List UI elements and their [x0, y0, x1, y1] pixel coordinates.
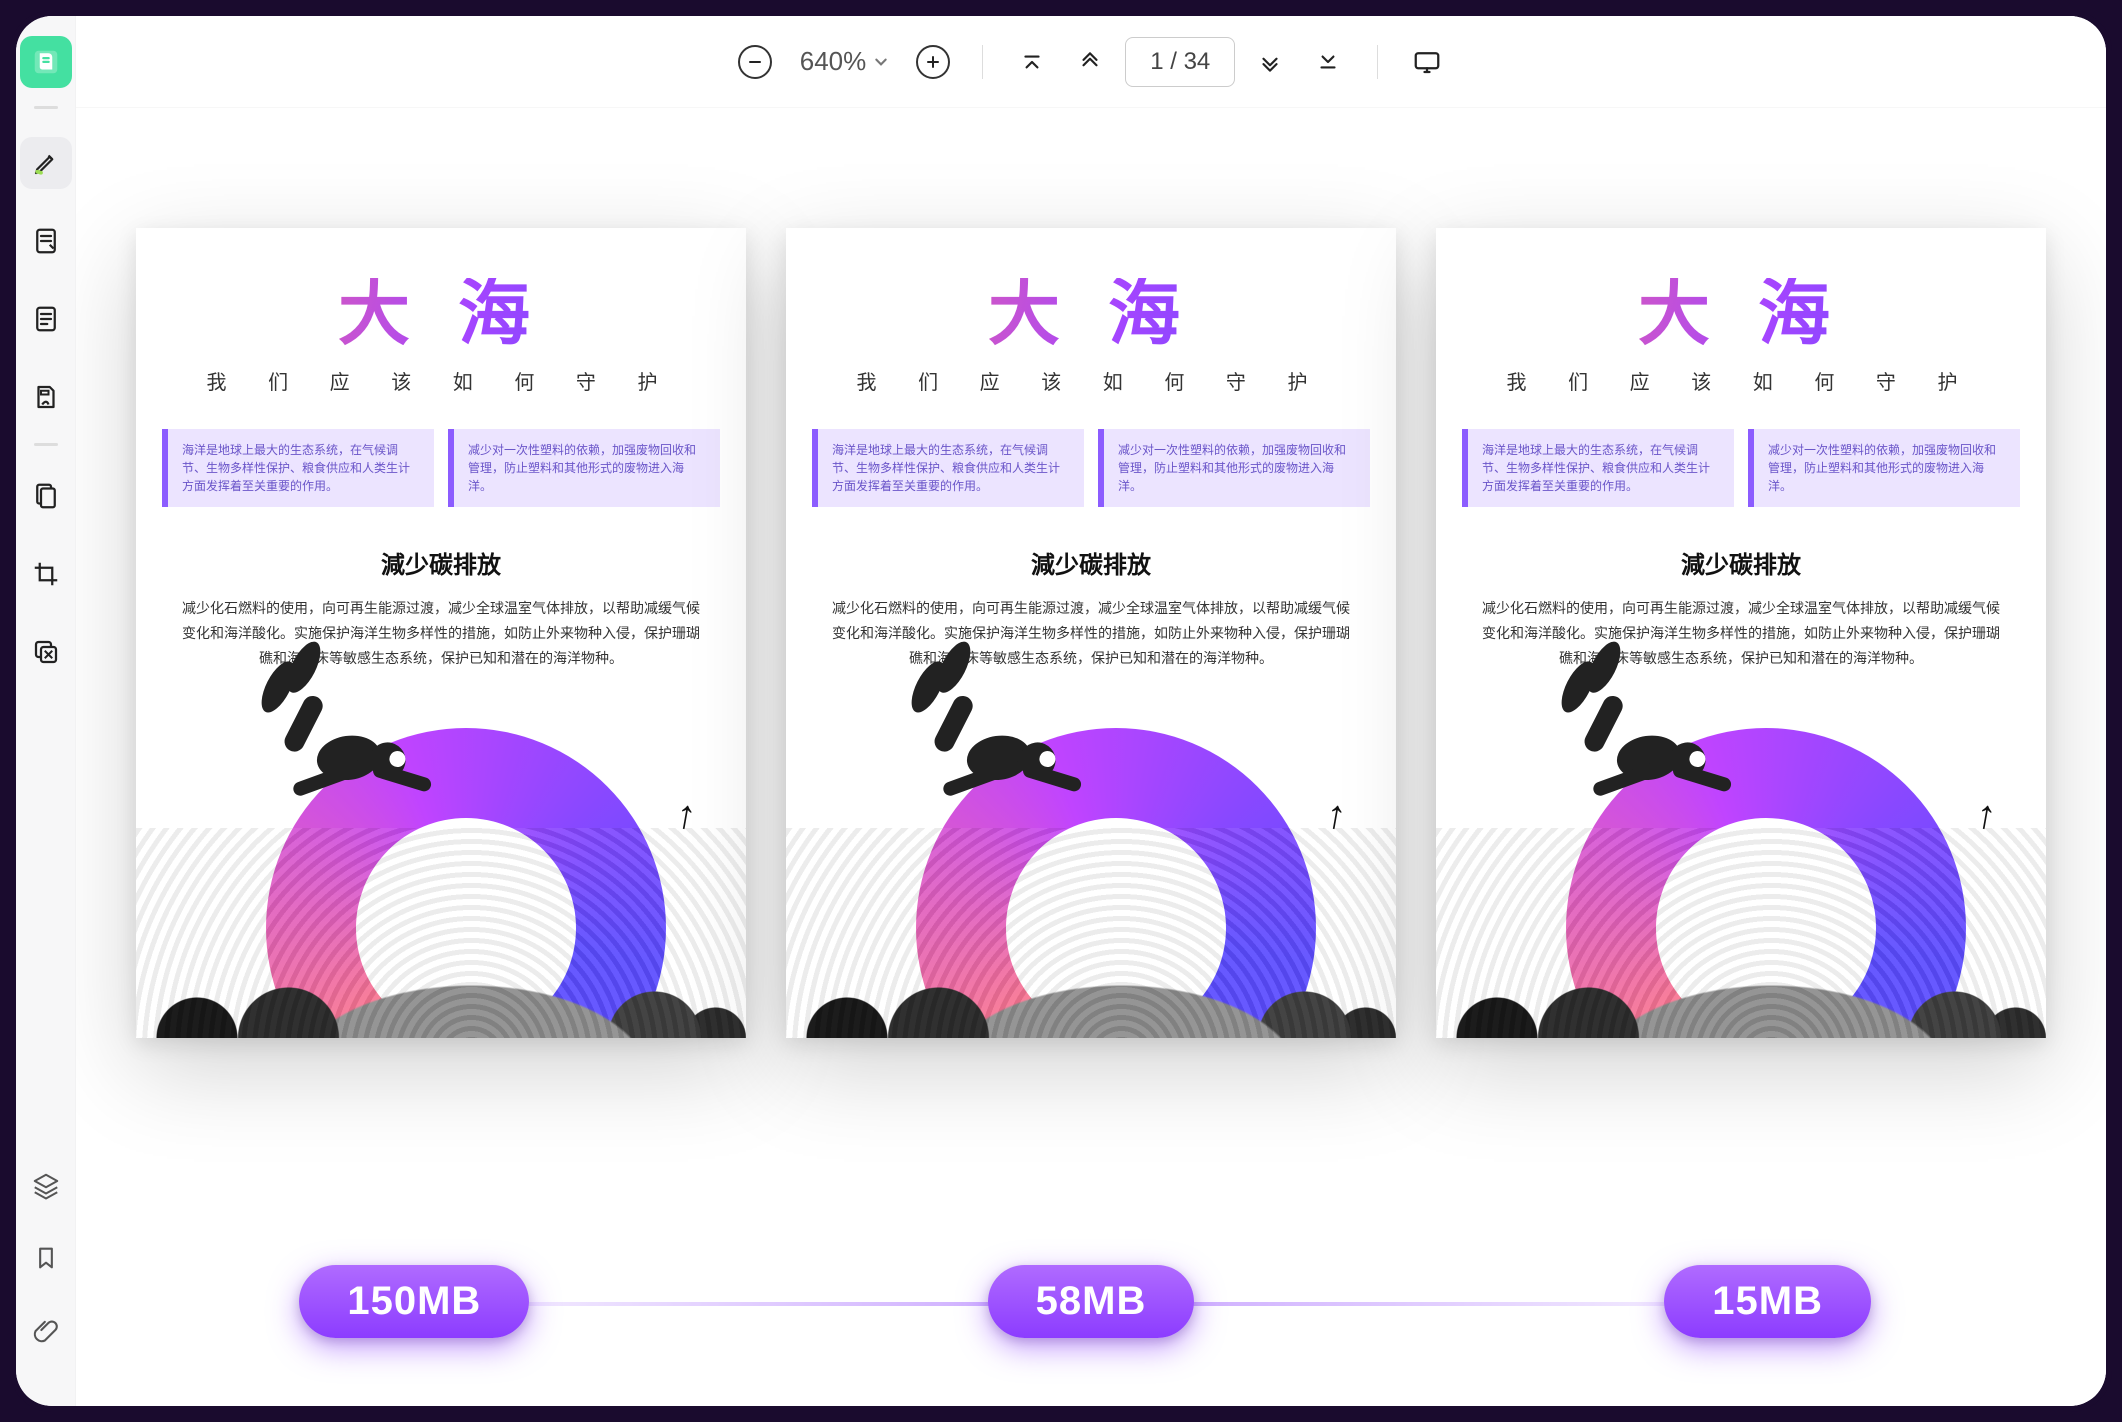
- doc-title: 大 海: [162, 278, 720, 350]
- coral-image: [1436, 828, 2046, 1038]
- sidebar-stack-icon[interactable]: [20, 626, 72, 678]
- page-thumbnail-1[interactable]: 大 海 我 们 应 该 如 何 守 护 海洋是地球上最大的生态系统，在气候调节、…: [136, 228, 746, 1038]
- present-button[interactable]: [1404, 39, 1450, 85]
- sidebar-fill-sign-icon[interactable]: [20, 371, 72, 423]
- first-page-button[interactable]: [1009, 39, 1055, 85]
- diver-icon: [213, 622, 478, 853]
- section-heading: 減少碳排放: [162, 545, 720, 580]
- doc-subtitle: 我 们 应 该 如 何 守 护: [1462, 366, 2020, 395]
- sidebar-bookmark-icon[interactable]: [20, 1232, 72, 1284]
- size-badges: 150MB 58MB 15MB: [76, 1265, 2106, 1338]
- toolbar-divider: [982, 45, 983, 79]
- pages-row: 大 海 我 们 应 该 如 何 守 护 海洋是地球上最大的生态系统，在气候调节、…: [136, 228, 2046, 1038]
- sidebar-separator-2: [34, 443, 58, 446]
- info-box-1: 海洋是地球上最大的生态系统，在气候调节、生物多样性保护、粮食供应和人类生计方面发…: [812, 429, 1084, 507]
- sidebar-outline-icon[interactable]: [20, 293, 72, 345]
- chevron-down-icon: [874, 55, 888, 69]
- section-heading: 減少碳排放: [1462, 545, 2020, 580]
- coral-image: [136, 828, 746, 1038]
- sidebar-separator: [34, 106, 58, 109]
- zoom-level[interactable]: 640%: [790, 46, 899, 77]
- sidebar-bottom: [20, 1160, 72, 1376]
- size-badge-3: 15MB: [1664, 1265, 1871, 1338]
- zoom-in-button[interactable]: [910, 39, 956, 85]
- info-box-2: 减少对一次性塑料的依赖，加强废物回收和管理，防止塑料和其他形式的废物进入海洋。: [448, 429, 720, 507]
- info-boxes: 海洋是地球上最大的生态系统，在气候调节、生物多样性保护、粮食供应和人类生计方面发…: [162, 429, 720, 507]
- sidebar-page-edit-icon[interactable]: [20, 470, 72, 522]
- top-toolbar: 640% 1 / 34: [76, 16, 2106, 108]
- diver-icon: [863, 622, 1128, 853]
- doc-subtitle: 我 们 应 该 如 何 守 护: [162, 366, 720, 395]
- next-page-button[interactable]: [1247, 39, 1293, 85]
- page-thumbnail-3[interactable]: 大 海 我 们 应 该 如 何 守 护 海洋是地球上最大的生态系统，在气候调节、…: [1436, 228, 2046, 1038]
- size-badge-1: 150MB: [299, 1265, 529, 1338]
- prev-page-button[interactable]: [1067, 39, 1113, 85]
- sidebar-attachment-icon[interactable]: [20, 1304, 72, 1356]
- doc-title: 大 海: [812, 278, 1370, 350]
- doc-subtitle: 我 们 应 该 如 何 守 护: [812, 366, 1370, 395]
- section-heading: 減少碳排放: [812, 545, 1370, 580]
- page-number-input[interactable]: 1 / 34: [1125, 37, 1235, 87]
- zoom-out-button[interactable]: [732, 39, 778, 85]
- illustration: ↑: [786, 658, 1396, 1038]
- info-boxes: 海洋是地球上最大的生态系统，在气候调节、生物多样性保护、粮食供应和人类生计方面发…: [1462, 429, 2020, 507]
- size-badge-2: 58MB: [988, 1265, 1195, 1338]
- last-page-button[interactable]: [1305, 39, 1351, 85]
- app-window: 640% 1 / 34: [16, 16, 2106, 1406]
- info-box-2: 减少对一次性塑料的依赖，加强废物回收和管理，防止塑料和其他形式的废物进入海洋。: [1098, 429, 1370, 507]
- info-box-2: 减少对一次性塑料的依赖，加强废物回收和管理，防止塑料和其他形式的废物进入海洋。: [1748, 429, 2020, 507]
- app-logo-icon[interactable]: [20, 36, 72, 88]
- illustration: ↑: [136, 658, 746, 1038]
- main-area: 640% 1 / 34: [76, 16, 2106, 1406]
- info-boxes: 海洋是地球上最大的生态系统，在气候调节、生物多样性保护、粮食供应和人类生计方面发…: [812, 429, 1370, 507]
- toolbar-divider-2: [1377, 45, 1378, 79]
- coral-image: [786, 828, 1396, 1038]
- zoom-value: 640%: [800, 46, 867, 77]
- canvas[interactable]: 大 海 我 们 应 该 如 何 守 护 海洋是地球上最大的生态系统，在气候调节、…: [76, 108, 2106, 1406]
- sidebar-crop-icon[interactable]: [20, 548, 72, 600]
- page-thumbnail-2[interactable]: 大 海 我 们 应 该 如 何 守 护 海洋是地球上最大的生态系统，在气候调节、…: [786, 228, 1396, 1038]
- doc-title: 大 海: [1462, 278, 2020, 350]
- sidebar-notes-icon[interactable]: [20, 215, 72, 267]
- info-box-1: 海洋是地球上最大的生态系统，在气候调节、生物多样性保护、粮食供应和人类生计方面发…: [162, 429, 434, 507]
- illustration: ↑: [1436, 658, 2046, 1038]
- page-number-value: 1 / 34: [1150, 48, 1210, 76]
- sidebar: [16, 16, 76, 1406]
- sidebar-highlighter-icon[interactable]: [20, 137, 72, 189]
- diver-icon: [1513, 622, 1778, 853]
- info-box-1: 海洋是地球上最大的生态系统，在气候调节、生物多样性保护、粮食供应和人类生计方面发…: [1462, 429, 1734, 507]
- sidebar-layers-icon[interactable]: [20, 1160, 72, 1212]
